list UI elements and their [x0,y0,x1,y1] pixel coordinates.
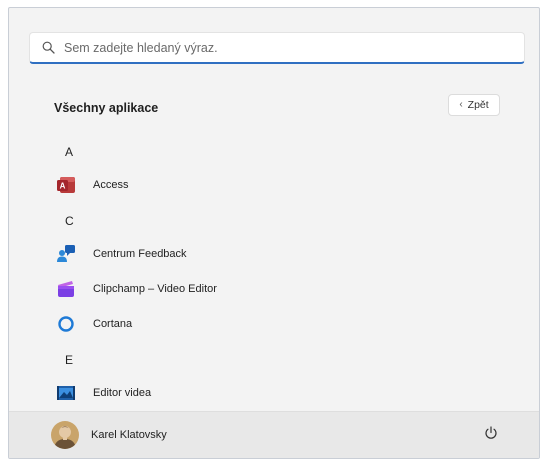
cortana-icon [55,313,77,335]
power-button[interactable] [481,425,501,445]
power-icon [484,425,498,445]
app-label: Access [93,179,129,191]
feedback-hub-icon [55,243,77,265]
search-box[interactable] [29,32,525,64]
clipchamp-icon [55,278,77,300]
letter-header-c[interactable]: C [65,214,74,228]
start-menu-panel: Všechny aplikace ‹ Zpět A A Access C [8,7,540,459]
search-icon [40,40,56,56]
letter-header-e[interactable]: E [65,353,73,367]
app-item-video-editor[interactable]: Editor videa [49,379,489,407]
app-item-access[interactable]: A Access [49,171,489,199]
app-label: Editor videa [93,387,152,399]
all-apps-title: Všechny aplikace [54,101,159,115]
app-item-feedback-hub[interactable]: Centrum Feedback [49,240,489,268]
letter-header-a[interactable]: A [65,145,73,159]
video-editor-icon [55,382,77,404]
user-name: Karel Klatovsky [91,429,167,441]
back-button[interactable]: ‹ Zpět [448,94,500,116]
app-label: Centrum Feedback [93,248,187,260]
avatar [51,421,79,449]
app-item-clipchamp[interactable]: Clipchamp – Video Editor [49,275,489,303]
search-input[interactable] [64,40,524,55]
svg-text:A: A [60,182,66,191]
app-label: Clipchamp – Video Editor [93,283,217,295]
chevron-left-icon: ‹ [459,99,463,110]
back-button-label: Zpět [467,99,489,111]
app-item-cortana[interactable]: Cortana [49,310,489,338]
access-icon: A [55,174,77,196]
app-label: Cortana [93,318,133,330]
user-account-button[interactable]: Karel Klatovsky [51,421,167,449]
start-menu-footer: Karel Klatovsky [9,411,539,458]
